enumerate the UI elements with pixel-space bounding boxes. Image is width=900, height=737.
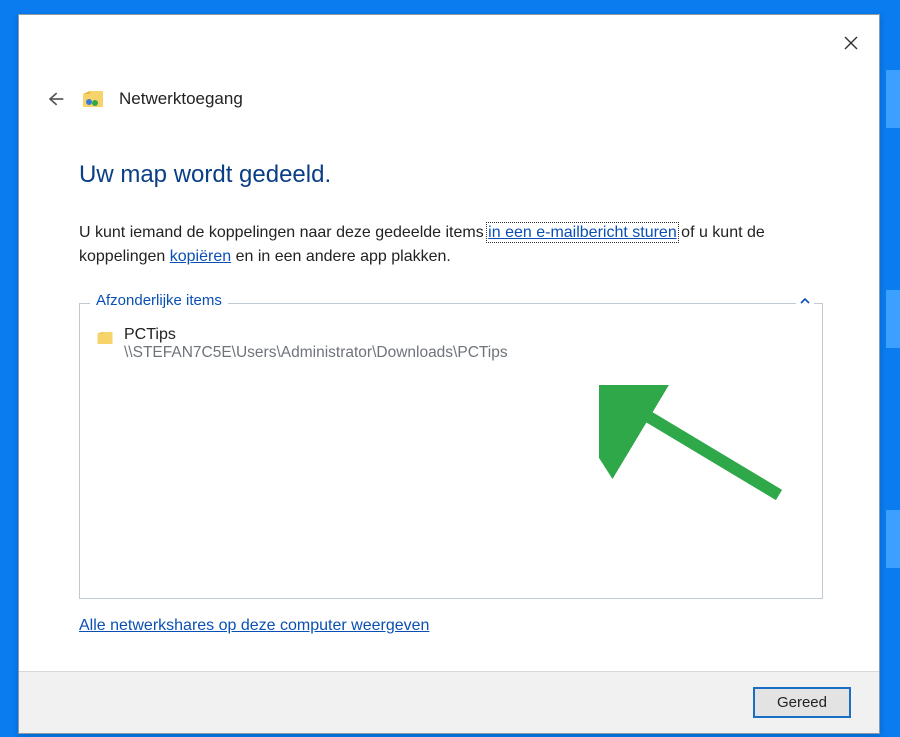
content-area: Uw map wordt gedeeld. U kunt iemand de k… — [19, 111, 879, 599]
copy-link[interactable]: kopiëren — [170, 248, 231, 265]
shared-item-row[interactable]: PCTips \\STEFAN7C5E\Users\Administrator\… — [94, 322, 808, 362]
email-link[interactable]: in een e-mailbericht sturen — [488, 224, 677, 241]
item-path: \\STEFAN7C5E\Users\Administrator\Downloa… — [124, 344, 508, 362]
footer-bar: Gereed — [19, 671, 879, 733]
done-button[interactable]: Gereed — [753, 687, 851, 718]
close-icon — [843, 35, 859, 51]
header-row: Netwerktoegang — [19, 67, 879, 111]
network-access-icon — [81, 87, 105, 111]
window-title: Netwerktoegang — [119, 89, 243, 109]
show-all-shares-link[interactable]: Alle netwerkshares op deze computer weer… — [79, 617, 429, 634]
group-legend: Afzonderlijke items — [90, 292, 228, 309]
desc-part-a: U kunt iemand de koppelingen naar deze g… — [79, 224, 488, 241]
individual-items-group: Afzonderlijke items PCTips \\STEFAN7C5E\… — [79, 303, 823, 599]
collapse-toggle[interactable] — [796, 294, 814, 308]
desc-part-c: en in een andere app plakken. — [231, 248, 451, 265]
bottom-link-row: Alle netwerkshares op deze computer weer… — [19, 599, 879, 635]
item-text: PCTips \\STEFAN7C5E\Users\Administrator\… — [124, 326, 508, 362]
close-button[interactable] — [835, 27, 867, 59]
folder-icon — [96, 329, 114, 347]
share-wizard-window: Netwerktoegang Uw map wordt gedeeld. U k… — [18, 14, 880, 734]
arrow-left-icon — [45, 89, 65, 109]
page-heading: Uw map wordt gedeeld. — [79, 161, 823, 189]
back-button[interactable] — [43, 87, 67, 111]
item-name: PCTips — [124, 326, 508, 344]
chevron-up-icon — [800, 297, 810, 305]
titlebar — [19, 15, 879, 67]
description-text: U kunt iemand de koppelingen naar deze g… — [79, 221, 823, 269]
